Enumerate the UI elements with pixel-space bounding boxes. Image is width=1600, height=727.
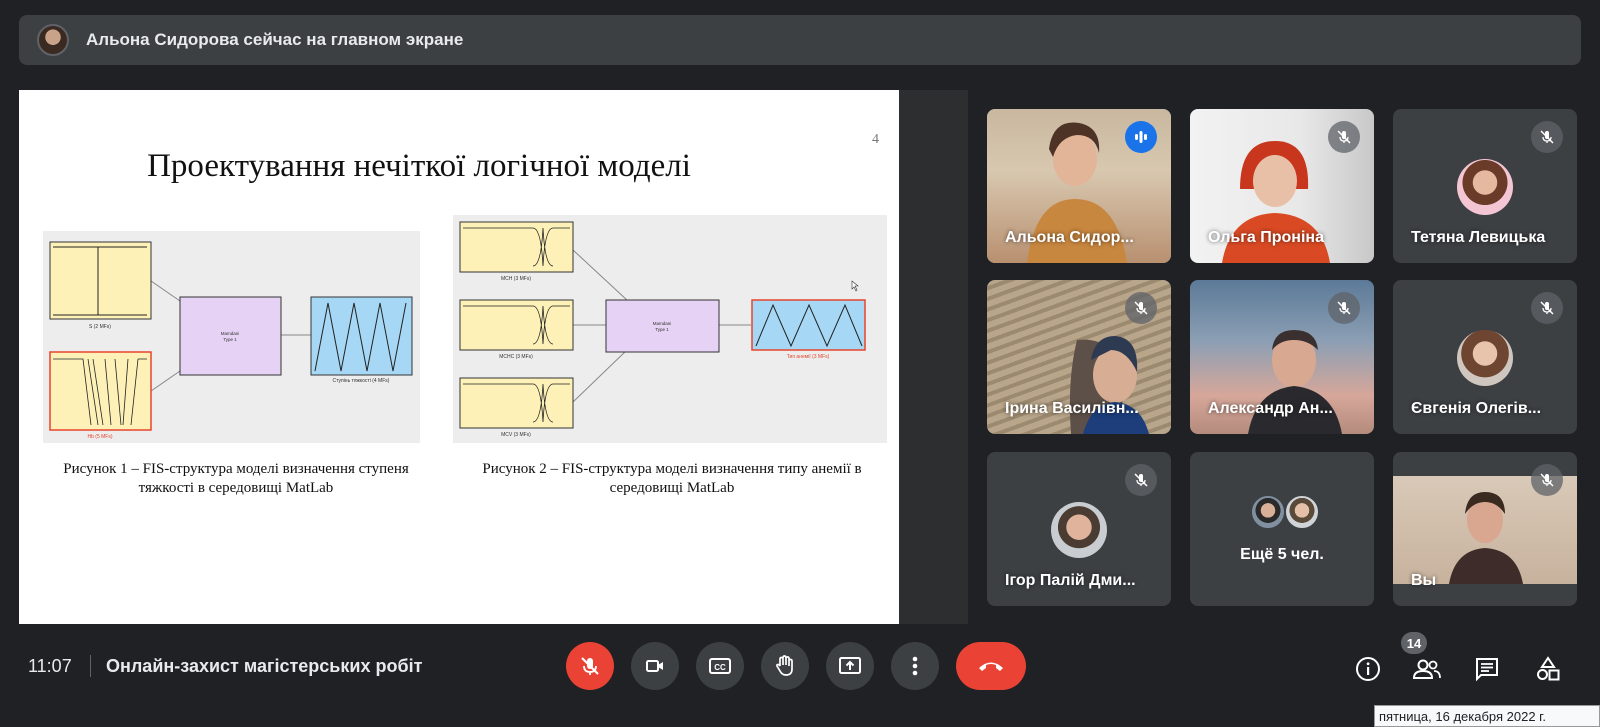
more-participants-label: Ещё 5 чел. [1240, 546, 1324, 563]
participant-avatar [1457, 330, 1513, 386]
participant-avatar [1051, 502, 1107, 558]
participant-avatar [1284, 494, 1320, 530]
mic-muted-icon [1328, 121, 1360, 153]
leave-call-button[interactable] [956, 642, 1026, 690]
fig2-input-3-label: MCV (3 MFs) [501, 432, 531, 438]
fig2-input-1-label: MCH (3 MFs) [501, 276, 531, 282]
participant-name: Ольга Проніна [1208, 229, 1324, 246]
participant-name: Тетяна Левицька [1411, 229, 1546, 246]
presenter-banner-text: Альона Сидорова сейчас на главном экране [86, 30, 464, 49]
participant-tile[interactable]: Тетяна Левицька [1393, 109, 1577, 263]
participant-name: Ірина Василівн... [1005, 400, 1139, 417]
mic-muted-icon [1531, 292, 1563, 324]
participant-tile[interactable]: Ігор Палій Дми... [987, 452, 1171, 606]
more-vertical-icon [912, 656, 918, 676]
fig1-input-2-label: Hb (5 MFs) [88, 434, 113, 440]
participants-button[interactable] [1412, 654, 1442, 684]
participant-tile-self[interactable]: Вы [1393, 452, 1577, 606]
microphone-toggle-button[interactable] [566, 642, 614, 690]
participant-tile[interactable]: Ольга Проніна [1190, 109, 1374, 263]
activities-button[interactable] [1533, 654, 1563, 684]
mic-muted-icon [1328, 292, 1360, 324]
mic-off-icon [581, 657, 599, 675]
mic-muted-icon [1125, 292, 1157, 324]
more-options-button[interactable] [891, 642, 939, 690]
slide-title: Проектування нечіткої логічної моделі [147, 148, 691, 184]
hang-up-icon [979, 662, 1003, 671]
people-icon [1412, 659, 1441, 679]
meeting-title: Онлайн-захист магістерських робіт [106, 656, 423, 676]
closed-captions-icon: CC [709, 658, 731, 674]
svg-text:CC: CC [714, 663, 726, 672]
participant-name: Альона Сидор... [1005, 229, 1134, 246]
divider [90, 655, 91, 677]
speaking-indicator-icon [1125, 121, 1157, 153]
participant-tile[interactable]: Євгенія Олегів... [1393, 280, 1577, 434]
slide-number: 4 [872, 132, 879, 147]
activities-shapes-icon [1537, 656, 1560, 681]
fig2-engine-line-2: Type 1 [655, 327, 669, 332]
meeting-clock: 11:07 [28, 656, 72, 676]
participant-avatar [1250, 494, 1286, 530]
figure-1-diagram: S (2 MFs) Hb (5 MFs) Mamdani Type 1 Ступ… [43, 231, 420, 443]
camera-icon [646, 660, 663, 672]
fig1-output-label: Ступінь тяжкості (4 MFs) [333, 378, 390, 384]
captions-button[interactable]: CC [696, 642, 744, 690]
figure-2-caption: Рисунок 2 – FIS-структура моделі визначе… [482, 461, 862, 496]
presentation-slide: 4 Проектування нечіткої логічної моделі … [19, 90, 899, 624]
raise-hand-button[interactable] [761, 642, 809, 690]
fig2-output-label: Тип анемії (3 MFs) [787, 354, 830, 360]
info-icon [1356, 657, 1380, 681]
mic-muted-icon [1125, 464, 1157, 496]
present-screen-button[interactable] [826, 642, 874, 690]
fig1-engine-line-1: Mamdani [221, 331, 240, 336]
present-screen-icon [839, 657, 861, 674]
participant-name-self: Вы [1411, 572, 1437, 589]
camera-toggle-button[interactable] [631, 642, 679, 690]
fig2-engine-line-1: Mamdani [653, 321, 672, 326]
presenter-avatar [37, 24, 69, 56]
chat-icon [1476, 658, 1498, 682]
fig1-input-1-label: S (2 MFs) [89, 324, 111, 330]
meeting-details-button[interactable] [1353, 654, 1383, 684]
mouse-cursor-icon [851, 280, 859, 292]
presenter-banner: Альона Сидорова сейчас на главном экране [19, 15, 1581, 65]
date-tooltip: пятница, 16 декабря 2022 г. [1374, 705, 1600, 727]
fig2-input-2-label: MCHC (3 MFs) [499, 354, 533, 360]
more-participants-avatars [1250, 494, 1324, 532]
fig1-engine-line-2: Type 1 [223, 337, 237, 342]
participant-name: Євгенія Олегів... [1411, 400, 1542, 417]
participant-tile[interactable]: Александр Ан... [1190, 280, 1374, 434]
figure-1-caption: Рисунок 1 – FIS-структура моделі визначе… [63, 461, 409, 496]
participants-count-badge: 14 [1401, 632, 1427, 654]
participant-avatar [1457, 159, 1513, 215]
chat-button[interactable] [1472, 654, 1502, 684]
hand-icon [776, 655, 793, 676]
presentation-stage: 4 Проектування нечіткої логічної моделі … [19, 90, 968, 624]
mic-muted-icon [1531, 464, 1563, 496]
participant-tile[interactable]: Ірина Василівн... [987, 280, 1171, 434]
participant-name: Ігор Палій Дми... [1005, 572, 1136, 589]
figure-2-diagram: MCH (3 MFs) MCHC (3 MFs) MCV (3 MFs) Mam… [453, 215, 887, 443]
participant-name: Александр Ан... [1208, 400, 1333, 417]
participant-tile[interactable]: Альона Сидор... [987, 109, 1171, 263]
mic-muted-icon [1531, 121, 1563, 153]
participant-tile[interactable]: Ещё 5 чел. [1190, 452, 1374, 606]
